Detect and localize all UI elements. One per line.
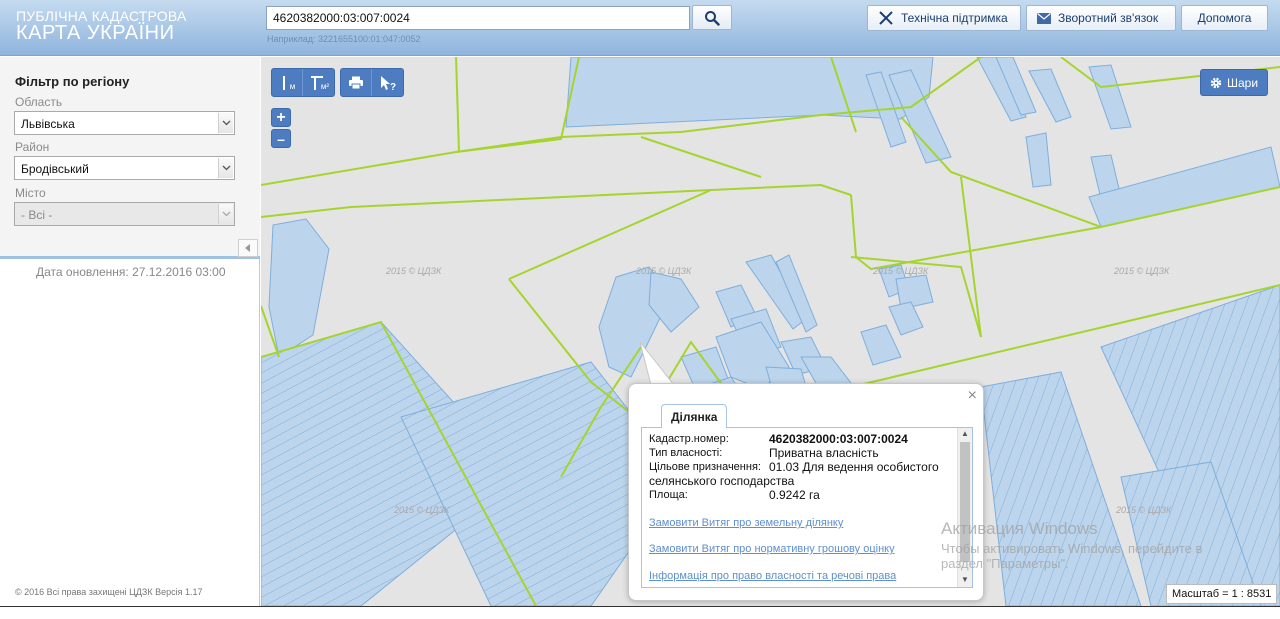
support-button-label: Технічна підтримка (901, 11, 1008, 25)
minus-icon: – (277, 130, 285, 147)
order-valuation-link[interactable]: Замовити Витяг про нормативну грошову оц… (649, 543, 895, 555)
help-button[interactable]: Допомога (1181, 5, 1268, 31)
support-button[interactable]: Технічна підтримка (867, 5, 1021, 31)
ruler-icon (282, 75, 285, 90)
map-watermark: 2015 © ЦДЗК (1116, 505, 1172, 515)
measure-length-button[interactable]: м (272, 69, 303, 96)
city-select-value: - Всі - (21, 208, 53, 222)
purpose-value: 01.03 Для ведення особистого (769, 460, 939, 474)
region-select-value: Львівська (21, 117, 75, 131)
identify-button[interactable]: ? (372, 69, 403, 96)
pointer-question-icon: ? (380, 75, 396, 91)
tab-parcel[interactable]: Ділянка (661, 404, 728, 428)
measure-toolbar: м м² (271, 68, 335, 97)
filter-title: Фільтр по регіону (15, 74, 130, 89)
update-date: Дата оновлення: 27.12.2016 03:00 (36, 265, 226, 279)
map-watermark: 2015 © ЦДЗК (394, 505, 450, 515)
map-watermark: 2015 © ЦДЗК (873, 266, 929, 276)
layers-button-label: Шари (1226, 75, 1259, 90)
windows-activation-line2: Чтобы активировать Windows, перейдите в (941, 541, 1203, 556)
plus-icon: + (276, 108, 286, 126)
feedback-button-label: Зворотний зв'язок (1058, 11, 1159, 25)
help-button-label: Допомога (1197, 11, 1252, 25)
region-filter-panel: Фільтр по регіону Область Львівська Райо… (0, 57, 260, 259)
logo-line2: КАРТА УКРАЇНИ (16, 22, 175, 44)
gear-icon (1210, 77, 1222, 88)
status-bar (0, 606, 1280, 619)
print-info-toolbar: ? (340, 68, 404, 97)
search-button[interactable] (692, 5, 732, 30)
map-canvas[interactable]: 2015 © ЦДЗК 2015 © ЦДЗК 2015 © ЦДЗК 2015… (261, 57, 1280, 606)
windows-activation-title: Активация Windows (941, 519, 1098, 538)
windows-activation-notice: Активация Windows Чтобы активировать Win… (941, 519, 1202, 571)
search-icon (705, 10, 720, 26)
scale-indicator: Масштаб = 1 : 8531 (1166, 584, 1277, 604)
windows-activation-line3: раздел "Параметры". (941, 556, 1069, 571)
city-label: Місто (15, 186, 46, 200)
tools-icon (879, 11, 893, 25)
envelope-icon (1037, 12, 1051, 24)
sidebar: Фільтр по регіону Область Львівська Райо… (0, 57, 260, 619)
layers-button[interactable]: Шари (1200, 69, 1268, 96)
zoom-out-button[interactable]: – (271, 129, 291, 148)
ownership-value: Приватна власність (769, 446, 879, 460)
print-button[interactable] (341, 69, 372, 96)
popup-body: Кадастр.номер: 4620382000:03:007:0024 Ти… (641, 427, 973, 588)
scroll-down-icon[interactable]: ▼ (961, 575, 969, 584)
feedback-button[interactable]: Зворотний зв'язок (1026, 5, 1176, 31)
map-watermark: 2015 © ЦДЗК (386, 266, 442, 276)
purpose-label: Цільове призначення: (649, 461, 761, 473)
district-select-value: Бродівський (21, 162, 89, 176)
chevron-down-icon (218, 113, 233, 133)
measure-area-button[interactable]: м² (303, 69, 334, 96)
parcel-popup: × Ділянка Кадастр.номер: 4620382000:03:0… (628, 383, 984, 601)
city-select[interactable]: - Всі - (14, 202, 235, 226)
header: ПУБЛІЧНА КАДАСТРОВА КАРТА УКРАЇНИ Наприк… (0, 0, 1280, 56)
area-value: 0.9242 га (769, 488, 820, 502)
svg-text:?: ? (390, 82, 396, 91)
cadastral-value: 4620382000:03:007:0024 (769, 432, 908, 446)
area-label: Площа: (649, 489, 688, 501)
ownership-label: Тип власності: (649, 447, 723, 459)
order-extract-link[interactable]: Замовити Витяг про земельну ділянку (649, 517, 843, 529)
search-input[interactable] (266, 6, 690, 30)
print-icon (349, 76, 363, 89)
ownership-info-link[interactable]: Інформація про право власності та речові… (649, 570, 896, 582)
measure-length-unit: м (289, 82, 296, 91)
scroll-up-icon[interactable]: ▲ (961, 429, 969, 438)
district-select[interactable]: Бродівський (14, 156, 235, 180)
map-watermark: 2015 © ЦДЗК (636, 266, 692, 276)
search-hint: Наприклад: 3221655100:01:047:0052 (267, 34, 421, 44)
chevron-left-icon (245, 244, 250, 252)
copyright: © 2016 Всі права захищені ЦДЗК Версія 1.… (15, 587, 203, 597)
zoom-in-button[interactable]: + (271, 108, 291, 127)
cadastral-label: Кадастр.номер: (649, 433, 729, 445)
chevron-down-icon (218, 204, 233, 224)
measure-area-unit: м² (320, 82, 330, 91)
collapse-sidebar-button[interactable] (238, 239, 258, 257)
close-icon[interactable]: × (968, 388, 977, 404)
purpose-value-cont: селянського господарства (649, 474, 795, 488)
chevron-down-icon (218, 158, 233, 178)
map-watermark: 2015 © ЦДЗК (1114, 266, 1170, 276)
region-select[interactable]: Львівська (14, 111, 235, 135)
region-label: Область (15, 95, 63, 109)
district-label: Район (15, 140, 50, 154)
